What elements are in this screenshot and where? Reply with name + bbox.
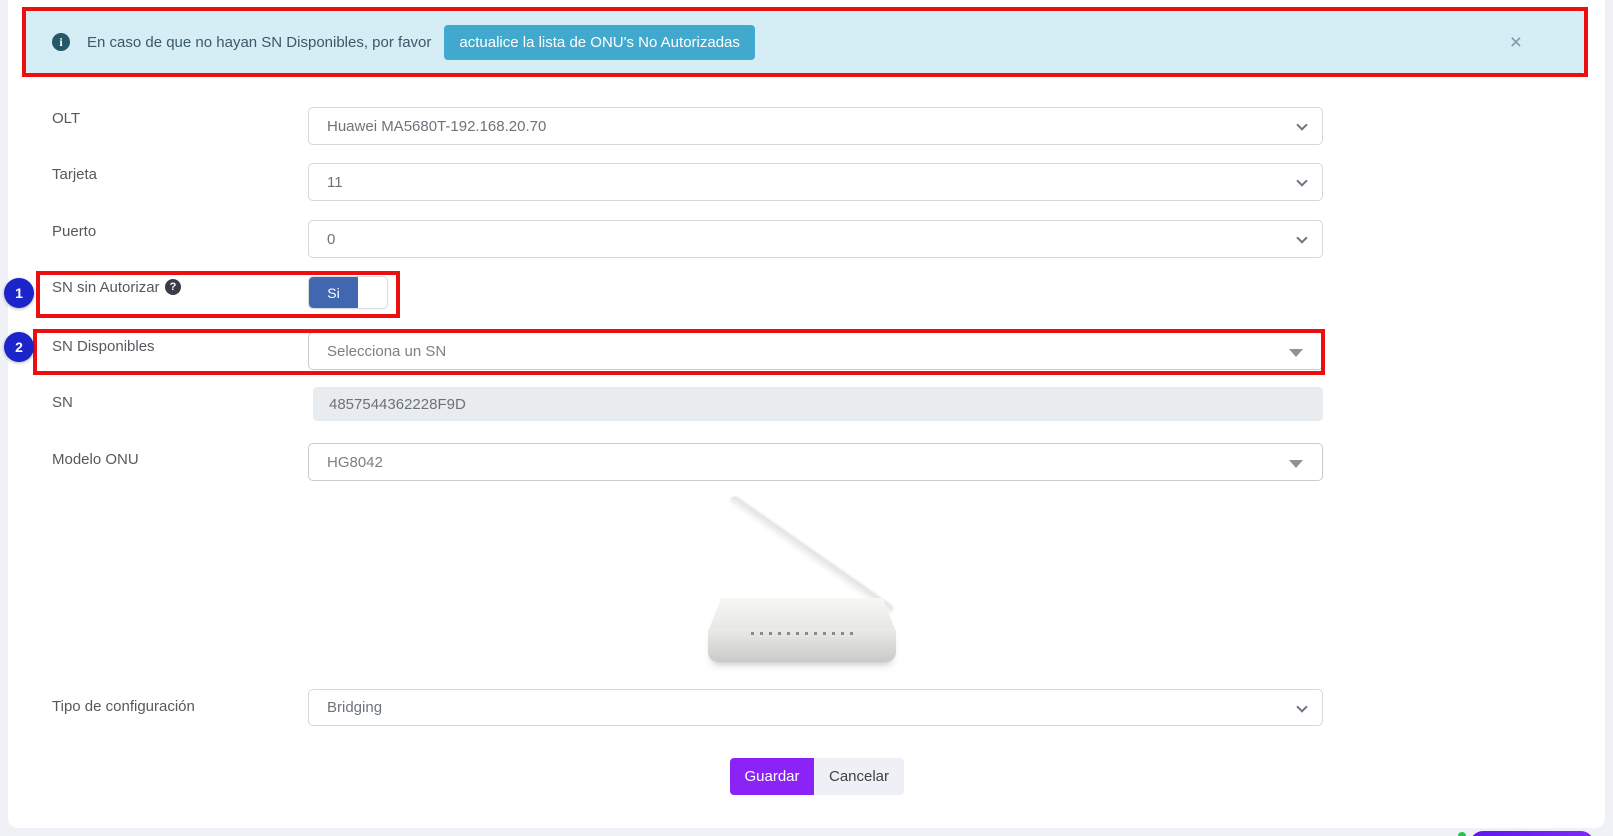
tarjeta-label: Tarjeta bbox=[52, 166, 97, 183]
tipo-configuracion-value: Bridging bbox=[327, 699, 382, 716]
chat-status-dot bbox=[1458, 832, 1466, 836]
olt-select[interactable]: Huawei MA5680T-192.168.20.70 bbox=[308, 107, 1323, 145]
toggle-on-label: Si bbox=[309, 277, 358, 308]
onu-product-image bbox=[698, 488, 913, 670]
cancel-button[interactable]: Cancelar bbox=[814, 758, 904, 795]
modelo-onu-label: Modelo ONU bbox=[52, 451, 139, 468]
onu-body-top bbox=[708, 598, 896, 632]
sn-sin-autorizar-label: SN sin Autorizar bbox=[52, 279, 160, 296]
refresh-unauthorized-onus-button[interactable]: actualice la lista de ONU's No Autorizad… bbox=[444, 25, 755, 60]
onu-led-row bbox=[751, 632, 856, 635]
chevron-down-icon bbox=[1296, 119, 1307, 130]
caret-down-icon bbox=[1289, 460, 1303, 468]
sn-input-value: 4857544362228F9D bbox=[329, 396, 466, 413]
chevron-down-icon bbox=[1296, 701, 1307, 712]
chevron-down-icon bbox=[1296, 175, 1307, 186]
puerto-select[interactable]: 0 bbox=[308, 220, 1323, 258]
help-icon[interactable]: ? bbox=[165, 279, 181, 295]
chevron-down-icon bbox=[1296, 232, 1307, 243]
tipo-configuracion-select[interactable]: Bridging bbox=[308, 689, 1323, 726]
tipo-configuracion-label: Tipo de configuración bbox=[52, 698, 195, 715]
annotation-badge-2: 2 bbox=[4, 332, 34, 362]
info-alert: i En caso de que no hayan SN Disponibles… bbox=[26, 11, 1584, 73]
tarjeta-select[interactable]: 11 bbox=[308, 163, 1323, 201]
puerto-select-value: 0 bbox=[327, 231, 335, 248]
chat-widget-button[interactable] bbox=[1470, 831, 1594, 836]
modal-card: i En caso de que no hayan SN Disponibles… bbox=[8, 0, 1605, 828]
annotation-badge-1: 1 bbox=[4, 278, 34, 308]
puerto-label: Puerto bbox=[52, 223, 96, 240]
alert-message: En caso de que no hayan SN Disponibles, … bbox=[87, 34, 431, 51]
sn-disponibles-label: SN Disponibles bbox=[52, 338, 155, 355]
sn-input: 4857544362228F9D bbox=[313, 387, 1323, 421]
annotation-box-alert: i En caso de que no hayan SN Disponibles… bbox=[22, 7, 1588, 77]
save-button[interactable]: Guardar bbox=[730, 758, 814, 795]
olt-select-value: Huawei MA5680T-192.168.20.70 bbox=[327, 118, 546, 135]
tarjeta-select-value: 11 bbox=[327, 174, 343, 191]
sn-disponibles-select[interactable]: Selecciona un SN bbox=[308, 332, 1323, 370]
olt-label: OLT bbox=[52, 110, 80, 127]
close-icon[interactable]: × bbox=[1510, 32, 1522, 53]
modelo-onu-select[interactable]: HG8042 bbox=[308, 443, 1323, 481]
sn-label: SN bbox=[52, 394, 73, 411]
onu-antenna bbox=[728, 495, 894, 615]
sn-disponibles-placeholder: Selecciona un SN bbox=[327, 343, 446, 360]
sn-sin-autorizar-toggle[interactable]: Si bbox=[308, 276, 388, 309]
modelo-onu-value: HG8042 bbox=[327, 454, 383, 471]
caret-down-icon bbox=[1289, 349, 1303, 357]
info-icon: i bbox=[52, 33, 70, 51]
